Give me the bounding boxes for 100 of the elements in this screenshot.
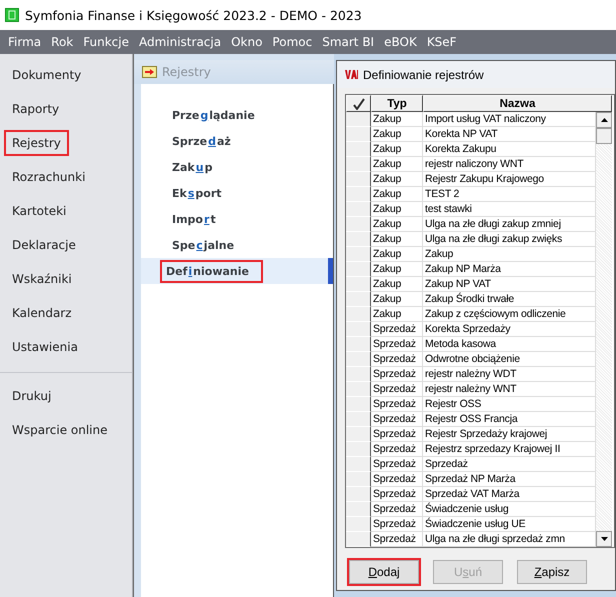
table-cell: TEST 2 — [423, 187, 596, 202]
table-cell: Sprzedaż — [371, 427, 423, 442]
sidebar-item[interactable]: Kalendarz — [4, 300, 80, 326]
sidebar-item[interactable]: Rozrachunki — [4, 164, 94, 190]
menu-item[interactable]: Okno — [227, 35, 268, 49]
row-selector[interactable] — [346, 382, 371, 397]
panel-menu-item[interactable]: Sprzedaż — [166, 130, 233, 152]
dialog-button[interactable]: Dodaj — [349, 560, 419, 584]
table-cell: Zakup — [371, 142, 423, 157]
table-cell: Sprzedaż VAT Marża — [423, 487, 596, 502]
row-selector[interactable] — [346, 427, 371, 442]
row-selector[interactable] — [346, 457, 371, 472]
menu-item[interactable]: Smart BI — [318, 35, 380, 49]
table-cell: Zakup — [371, 232, 423, 247]
table-cell: Rejestr Sprzedaży krajowej — [423, 427, 596, 442]
table-cell: Sprzedaż — [371, 532, 423, 547]
sidebar-item[interactable]: Dokumenty — [4, 62, 90, 88]
table-cell: Sprzedaż — [371, 472, 423, 487]
table-cell: Zakup — [371, 157, 423, 172]
row-selector[interactable] — [346, 232, 371, 247]
table-cell: Sprzedaż — [371, 487, 423, 502]
table-cell: Korekta Zakupu — [423, 142, 596, 157]
table-cell: Zakup — [371, 262, 423, 277]
menu-item[interactable]: Firma — [4, 35, 48, 49]
table-cell: Korekta NP VAT — [423, 127, 596, 142]
sidebar-item[interactable]: Deklaracje — [4, 232, 84, 258]
menu-item[interactable]: Rok — [47, 35, 80, 49]
table-cell: Sprzedaż — [371, 457, 423, 472]
column-header[interactable]: Nazwa — [423, 95, 612, 112]
panel-menu-item[interactable]: Import — [166, 208, 218, 230]
row-selector[interactable] — [346, 202, 371, 217]
menu-item[interactable]: KSeF — [422, 35, 463, 49]
sidebar-item[interactable]: Drukuj — [4, 383, 60, 409]
table-cell: Import usług VAT naliczony — [423, 112, 596, 127]
menu-item[interactable]: Funkcje — [79, 35, 135, 49]
table-cell: Zakup — [371, 307, 423, 322]
table-cell: Zakup — [371, 277, 423, 292]
row-selector[interactable] — [346, 517, 371, 532]
table-cell: Rejestr OSS Francja — [423, 412, 596, 427]
table-cell: Sprzedaż — [371, 337, 423, 352]
sidebar-item[interactable]: Wskaźniki — [4, 266, 80, 292]
checkmark-icon — [352, 98, 364, 110]
table-cell: Zakup — [371, 127, 423, 142]
table-cell: Sprzedaż — [371, 517, 423, 532]
row-selector[interactable] — [346, 367, 371, 382]
table-cell: Świadczenie usług UE — [423, 517, 596, 532]
row-selector[interactable] — [346, 412, 371, 427]
row-selector[interactable] — [346, 142, 371, 157]
sidebar-item[interactable]: Wsparcie online — [4, 417, 116, 443]
panel-menu-item[interactable]: Defi niowanie — [160, 260, 263, 282]
table-cell: Ulga na złe długi sprzedaż zmn — [423, 532, 596, 547]
scroll-down-button[interactable] — [596, 531, 612, 547]
sidebar-item[interactable]: Kartoteki — [4, 198, 74, 224]
row-selector[interactable] — [346, 262, 371, 277]
row-selector[interactable] — [346, 352, 371, 367]
scroll-up-button[interactable] — [596, 112, 612, 128]
sidebar-item[interactable]: Ustawienia — [4, 334, 86, 360]
column-header[interactable]: Typ — [371, 95, 423, 112]
row-selector[interactable] — [346, 442, 371, 457]
row-selector[interactable] — [346, 397, 371, 412]
menu-item[interactable]: Administracja — [134, 35, 228, 49]
panel-menu-item[interactable]: Specjalne — [166, 234, 236, 256]
row-selector[interactable] — [346, 127, 371, 142]
row-selector[interactable] — [346, 532, 371, 547]
panel-menu-item[interactable]: Eksport — [166, 182, 224, 204]
table-cell: Zakup z częściowym odliczenie — [423, 307, 596, 322]
table-cell: Zakup — [371, 292, 423, 307]
table-cell: Zakup Środki trwałe — [423, 292, 596, 307]
row-selector[interactable] — [346, 172, 371, 187]
up-arrow-icon — [600, 118, 608, 122]
table-cell: Sprzedaż NP Marża — [423, 472, 596, 487]
sidebar-item[interactable]: Rejestry — [4, 130, 69, 156]
table-cell: Zakup — [371, 217, 423, 232]
row-selector[interactable] — [346, 247, 371, 262]
row-selector[interactable] — [346, 187, 371, 202]
menu-item[interactable]: eBOK — [380, 35, 423, 49]
menu-item[interactable]: Pomoc — [268, 35, 318, 49]
panel-menu-item[interactable]: Przeg lądanie — [166, 104, 257, 126]
vat-icon — [345, 69, 358, 80]
panel-menu-item[interactable]: Zaku p — [166, 156, 214, 178]
table-cell: Odwrotne obciążenie — [423, 352, 596, 367]
row-selector[interactable] — [346, 502, 371, 517]
table-cell: Zakup — [371, 202, 423, 217]
row-selector[interactable] — [346, 472, 371, 487]
scroll-thumb[interactable] — [596, 128, 612, 144]
row-selector[interactable] — [346, 112, 371, 127]
row-selector[interactable] — [346, 307, 371, 322]
dialog-button[interactable]: Zapisz — [517, 560, 587, 584]
table-cell: Świadczenie usług — [423, 502, 596, 517]
row-selector[interactable] — [346, 322, 371, 337]
row-selector[interactable] — [346, 337, 371, 352]
row-selector[interactable] — [346, 157, 371, 172]
table-cell: Ulga na złe długi zakup zwięks — [423, 232, 596, 247]
row-selector[interactable] — [346, 217, 371, 232]
row-selector[interactable] — [346, 277, 371, 292]
table-cell: Ulga na złe długi zakup zmniej — [423, 217, 596, 232]
sidebar-item[interactable]: Raporty — [4, 96, 68, 122]
row-selector[interactable] — [346, 487, 371, 502]
row-selector[interactable] — [346, 292, 371, 307]
panel-title: Rejestry — [162, 65, 211, 79]
